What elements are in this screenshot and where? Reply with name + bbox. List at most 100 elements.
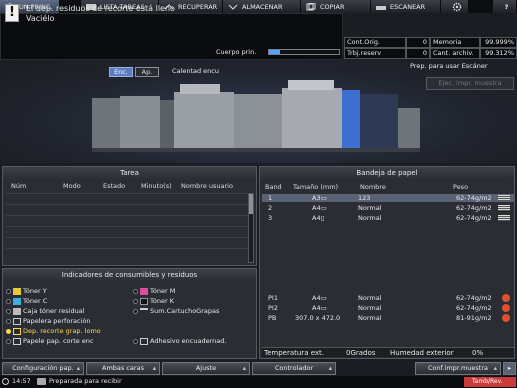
tray-row-1[interactable]: 1 A3▭ 123 62-74g/m2: [262, 194, 514, 202]
job-row-divider: [6, 226, 248, 227]
punch-icon: [13, 317, 21, 325]
printer-icon: [37, 378, 46, 385]
info-icon: !: [5, 4, 19, 22]
job-panel-title: Tarea: [3, 167, 256, 180]
memory-value: 99.999%: [480, 37, 517, 48]
job-header-user: Nombre usuario: [181, 182, 233, 190]
reserved-jobs-value: 0: [406, 48, 430, 59]
status-led: [133, 288, 138, 294]
warning-led: [6, 328, 11, 334]
heater-on-button[interactable]: Enc.: [109, 67, 133, 77]
waste-toner-icon: [13, 307, 21, 315]
tray-warning-icon: [502, 304, 510, 312]
paper-tray-title: Bandeja de papel: [260, 167, 514, 180]
memory-label: Memoria: [430, 37, 480, 48]
help-icon: ?: [504, 2, 509, 11]
toner-y-icon: [13, 287, 21, 295]
message-line-2: Vaciélo: [26, 14, 55, 23]
adhesive-icon: [140, 337, 148, 345]
chevron-up-icon: ▴: [328, 364, 332, 372]
temperature-value: 0Grados: [346, 349, 376, 357]
toner-k-icon: [140, 297, 148, 305]
paper-level-icon: [498, 195, 510, 201]
heater-off-button[interactable]: Ap.: [135, 67, 159, 77]
clock-time: 14:57: [12, 377, 31, 385]
job-row-divider: [6, 215, 248, 216]
job-row-divider: [6, 204, 248, 205]
tray-row-2[interactable]: 2 A4▭ Normal 62-74g/m2: [262, 204, 514, 212]
job-scrollbar[interactable]: [248, 193, 254, 263]
tab-copy[interactable]: COPIAR: [301, 0, 371, 13]
clock-icon: [2, 378, 9, 385]
toner-meter-bar: [268, 49, 340, 55]
job-row-divider: [6, 237, 248, 238]
counter-orig-value: 0: [406, 37, 430, 48]
chevron-up-icon: ▴: [152, 364, 156, 372]
consumable-punch-waste: Papelera perforación: [6, 317, 90, 325]
help-button[interactable]: ?: [493, 0, 517, 13]
tray-header-weight: Peso: [453, 183, 469, 191]
humidity-value: 0%: [472, 349, 484, 357]
scan-icon: [376, 5, 386, 10]
status-led: [6, 298, 11, 304]
copy-icon: [306, 2, 316, 10]
staple-icon: [140, 307, 148, 315]
chevron-up-icon: ▴: [76, 364, 80, 372]
counter-orig-label: Cont.Orig.: [344, 37, 406, 48]
chevron-up-icon: ▴: [242, 364, 246, 372]
job-scrollbar-thumb[interactable]: [249, 194, 253, 214]
toner-meter-fill: [269, 50, 280, 54]
toner-meter-label: Cuerpo prin.: [216, 48, 257, 56]
cover-paper-icon: [13, 337, 21, 345]
status-led: [6, 338, 11, 344]
environment-bar: Temperatura ext. 0Grados Humedad exterio…: [262, 347, 514, 357]
sample-print-button[interactable]: Ejec. impr. muestra: [426, 77, 514, 90]
consumable-toner-m: Tóner M: [133, 287, 175, 295]
ready-status: Prep. para usar Escáner: [410, 62, 488, 70]
tamb-rev-button[interactable]: Tamb/Rev.: [464, 377, 516, 387]
job-header-mode: Modo: [63, 182, 81, 190]
status-led: [133, 298, 138, 304]
file-count-label: Cant. archiv.: [430, 48, 480, 59]
chevron-up-icon: ▴: [493, 364, 497, 372]
controller-button[interactable]: Controlador ▴: [252, 362, 336, 375]
trim-waste-icon: [13, 327, 21, 335]
temperature-label: Temperatura ext.: [264, 349, 324, 357]
job-panel: Tarea Núm Modo Estado Minuto(s) Nombre u…: [2, 166, 257, 266]
tray-row-pi1[interactable]: PI1 A4▭ Normal 62-74g/m2: [262, 294, 514, 302]
start-button[interactable]: ▸: [503, 362, 516, 375]
job-row-divider: [6, 248, 248, 249]
counter-panel: Cont.Orig. 0 Memoria 99.999% Trbj.reserv…: [344, 37, 517, 60]
consumable-toner-c: Tóner C: [6, 297, 47, 305]
toner-m-icon: [140, 287, 148, 295]
tray-row-pb[interactable]: PB 307.0 x 472.0 Normal 81-91g/m2: [262, 314, 514, 322]
consumable-staple-cartridge: Sum.CartuchoGrapas: [133, 307, 219, 315]
tray-row-3[interactable]: 3 A4▯ Normal 62-74g/m2: [262, 214, 514, 222]
consumable-trim-waste-full: Dep. recorte grap. lomo: [6, 327, 101, 335]
file-count-value: 99.312%: [480, 48, 517, 59]
consumable-binding-adhesive: Adhesivo encuadernad.: [133, 337, 226, 345]
job-header-minutes: Minuto(s): [141, 182, 172, 190]
job-row-divider: [6, 193, 248, 194]
tab-scan[interactable]: ESCANEAR: [371, 0, 441, 13]
settings-button[interactable]: [441, 0, 469, 13]
heater-label: Calentad encu: [172, 67, 219, 75]
humidity-label: Humedad exterior: [390, 349, 454, 357]
printer-system-illustration: [92, 80, 420, 152]
gear-icon: [452, 2, 461, 11]
status-led: [6, 288, 11, 294]
sample-print-settings-button[interactable]: Conf.impr.muestra ▴: [415, 362, 501, 375]
tray-warning-icon: [502, 314, 510, 322]
consumable-cover-paper: Papele pap. corte enc: [6, 337, 94, 345]
consumable-waste-toner-box: Caja tóner residual: [6, 307, 85, 315]
paper-setting-button[interactable]: Configuración pap. ▴: [2, 362, 84, 375]
reserved-jobs-label: Trbj.reserv: [344, 48, 406, 59]
play-icon: ▸: [507, 364, 512, 372]
tab-store[interactable]: ALMACENAR: [223, 0, 301, 13]
tray-row-pi2[interactable]: PI2 A4▭ Normal 62-74g/m2: [262, 304, 514, 312]
tray-header-size: Tamaño (mm): [293, 183, 339, 191]
duplex-button[interactable]: Ambas caras ▴: [86, 362, 160, 375]
adjustment-button[interactable]: Ajuste ▴: [162, 362, 250, 375]
toner-c-icon: [13, 297, 21, 305]
printer-status-text: Preparada para recibir: [49, 377, 122, 385]
